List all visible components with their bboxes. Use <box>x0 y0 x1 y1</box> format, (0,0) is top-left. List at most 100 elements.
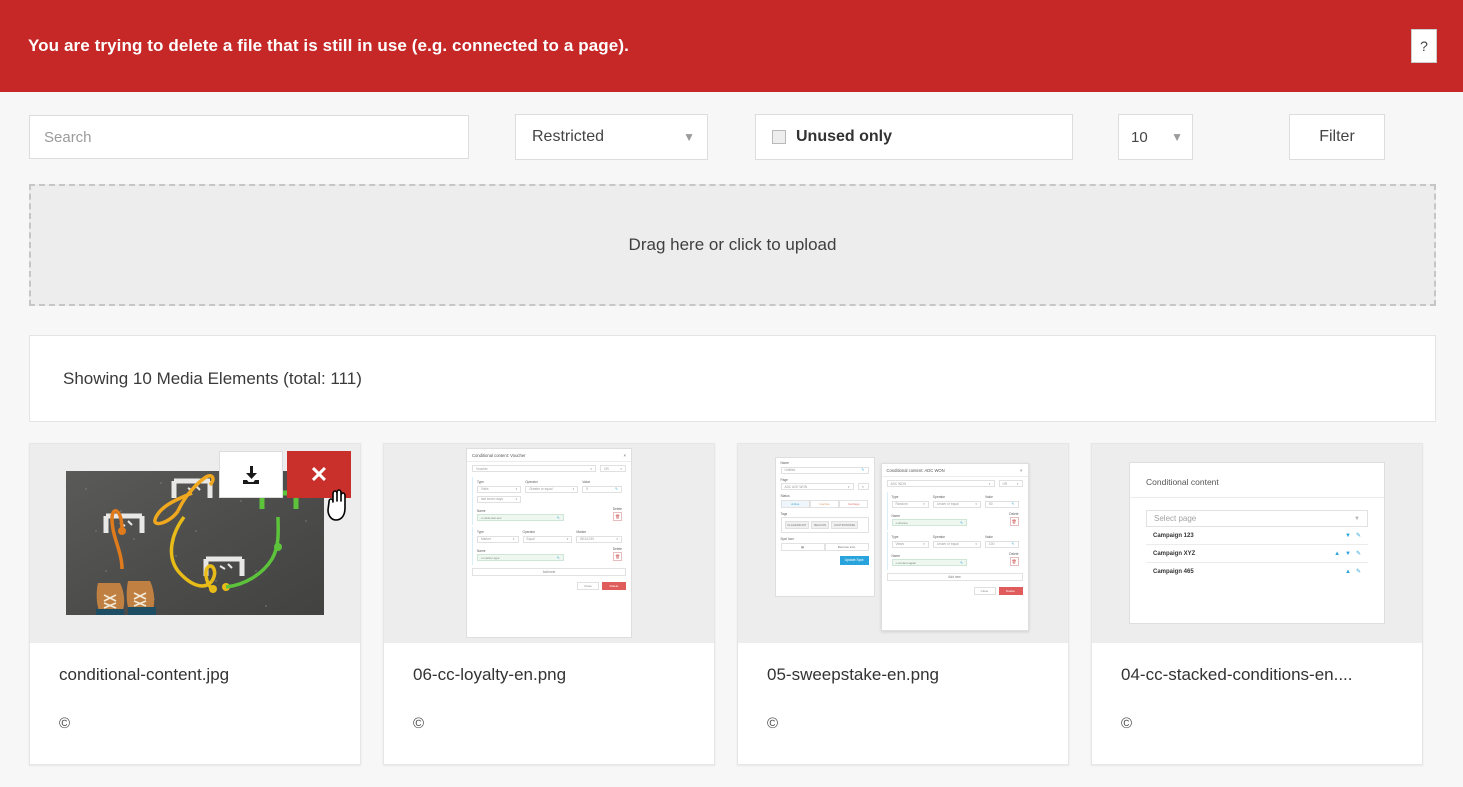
page-size-value: 10 <box>1131 128 1148 146</box>
file-name: 04-cc-stacked-conditions-en.... <box>1121 665 1353 684</box>
mock-select-main: Voucher ▾ <box>472 465 596 472</box>
copyright-icon: © <box>767 715 779 732</box>
media-card[interactable]: ✕ conditional-content.jpg © <box>29 443 361 765</box>
mock-spot-icon-row: ▤ Remove icon <box>780 542 869 551</box>
unused-only-label: Unused only <box>796 128 893 145</box>
filter-button[interactable]: Filter <box>1289 114 1385 160</box>
mock-name-field: x-visits-last-sev ✎ <box>477 514 564 521</box>
close-icon: × <box>1020 468 1023 473</box>
chevron-down-icon: ▼ <box>1171 130 1183 144</box>
mock-tags-box: KLAGENFURT BEACON GASTRONOMIE <box>780 517 869 533</box>
mock-select-main: ADC WON ▾ <box>886 480 995 487</box>
upload-dropzone[interactable]: Drag here or click to upload <box>29 184 1436 306</box>
mock-spot-panel: Name Untitled ✎ Page ADC ACE WON ▾ ✎ Statu… <box>774 457 875 597</box>
mock-close-button: Close <box>973 587 996 595</box>
card-body: 05-sweepstake-en.png © <box>738 642 1068 764</box>
mock-marker-field: BEACON ▾ <box>576 535 622 543</box>
card-body: 06-cc-loyalty-en.png © <box>384 642 714 764</box>
filter-toolbar: Restricted ▼ Unused only 10 ▼ Filter <box>0 92 1463 170</box>
pencil-icon: ✎ <box>1355 551 1361 557</box>
mock-type-field: Visits ▾ <box>477 485 522 493</box>
trash-icon: 🗑 <box>613 512 622 521</box>
mock-voucher-dialog: Conditional content: Voucher × Voucher ▾ … <box>466 448 632 638</box>
mock-dialog-title: Conditional content: ADC WON × <box>881 464 1028 477</box>
card-body: conditional-content.jpg © <box>30 642 360 764</box>
mock-delete-button: Delete <box>602 582 626 590</box>
help-button[interactable]: ? <box>1411 29 1437 63</box>
mock-type-field: Views ▾ <box>891 540 929 548</box>
chevron-up-icon: ▲ <box>1345 568 1351 575</box>
mock-name-field: x-content-again ✎ <box>891 559 968 566</box>
copyright-icon: © <box>59 715 71 732</box>
copyright-icon: © <box>1121 715 1133 732</box>
mock-page-select: ADC ACE WON ▾ <box>780 483 854 490</box>
media-thumbnail[interactable]: ✕ <box>30 444 360 642</box>
results-count-bar: Showing 10 Media Elements (total: 111) <box>29 335 1436 422</box>
trash-icon: 🗑 <box>1009 517 1019 526</box>
delete-button[interactable]: ✕ <box>287 451 351 498</box>
mock-value-field: 5 ✎ <box>582 485 622 493</box>
mock-title-text: Conditional content: Voucher <box>472 453 526 458</box>
mock-conditional-panel: Conditional content Select page ▼ Campai… <box>1129 462 1385 624</box>
media-thumbnail[interactable]: Conditional content Select page ▼ Campai… <box>1092 444 1422 642</box>
mock-row-icons: ▲ ✎ <box>1345 568 1361 576</box>
mock-adcwon-composite: Name Untitled ✎ Page ADC ACE WON ▾ ✎ Statu… <box>771 453 1036 633</box>
mock-name-field: x-marker-type ✎ <box>477 554 564 561</box>
mock-close-button: Close <box>577 582 599 590</box>
mock-condition-group: Type Marker ▾ Operator Equal ▾ Marker BE… <box>472 527 626 565</box>
download-button[interactable] <box>219 451 283 498</box>
file-name: 06-cc-loyalty-en.png <box>413 665 567 684</box>
mock-adcwon-dialog: Conditional content: ADC WON × ADC WON ▾ … <box>880 463 1029 631</box>
error-banner-message: You are trying to delete a file that is … <box>28 36 629 55</box>
mock-panel-title: Conditional content <box>1130 463 1384 498</box>
media-thumbnail[interactable]: Name Untitled ✎ Page ADC ACE WON ▾ ✎ Statu… <box>738 444 1068 642</box>
edit-icon: ✎ <box>857 483 869 490</box>
restricted-select-value: Restricted <box>532 128 605 145</box>
media-card[interactable]: Name Untitled ✎ Page ADC ACE WON ▾ ✎ Statu… <box>737 443 1069 765</box>
mock-operator-field: Lesser or equal ▾ <box>932 500 982 508</box>
mock-operator-field: Equal ▾ <box>522 535 573 543</box>
file-name: conditional-content.jpg <box>59 665 230 684</box>
mock-subtype-field: last seven days ▾ <box>477 495 522 503</box>
pencil-icon: ✎ <box>1355 569 1361 575</box>
restricted-select[interactable]: Restricted ▼ <box>515 114 708 160</box>
mock-name-field: x-chance ✎ <box>891 519 968 526</box>
chevron-up-icon: ▲ <box>1334 550 1341 557</box>
mock-row-icons: ▼ ✎ <box>1345 532 1361 540</box>
download-icon <box>243 465 259 484</box>
copyright-icon: © <box>413 715 425 732</box>
mock-delete-button: Delete <box>998 587 1023 595</box>
media-card[interactable]: Conditional content: Voucher × Voucher ▾ … <box>383 443 715 765</box>
close-icon: ✕ <box>309 461 329 487</box>
mock-campaign-row: Campaign 465 ▲ ✎ <box>1153 568 1361 576</box>
mock-dialog-footer: Close Delete <box>882 584 1028 599</box>
mock-type-field: Marker ▾ <box>477 535 519 543</box>
mock-status-toggle: Active Inactive Garbage <box>780 499 869 508</box>
page-size-select[interactable]: 10 ▼ <box>1118 114 1193 160</box>
trash-icon: 🗑 <box>1009 557 1019 566</box>
mock-campaign-row: Campaign XYZ ▲ ▼ ✎ <box>1146 545 1368 563</box>
mock-condition-group: Type Visits▾ last seven days▾ Operator <box>472 477 626 525</box>
mock-update-spot-button: Update Spot <box>839 555 869 565</box>
pencil-icon: ✎ <box>1355 533 1361 539</box>
mock-value-field: 50 ✎ <box>985 500 1019 508</box>
mock-select-unit: OR ▾ <box>998 480 1023 487</box>
unused-only-checkbox[interactable]: Unused only <box>755 114 1073 160</box>
media-card[interactable]: Conditional content Select page ▼ Campai… <box>1091 443 1423 765</box>
media-thumbnail[interactable]: Conditional content: Voucher × Voucher ▾ … <box>384 444 714 642</box>
mock-type-field: Random ▾ <box>891 500 929 508</box>
upload-dropzone-label: Drag here or click to upload <box>628 235 837 254</box>
file-name: 05-sweepstake-en.png <box>767 665 940 684</box>
mock-add-new: Add new <box>472 568 626 576</box>
results-count-text: Showing 10 Media Elements (total: 111) <box>63 368 362 388</box>
mock-name-input: Untitled ✎ <box>780 466 869 474</box>
media-grid: ✕ conditional-content.jpg © Conditional … <box>29 443 1436 765</box>
mock-operator-field: Lesser or equal ▾ <box>932 540 982 548</box>
chevron-down-icon: ▼ <box>1345 550 1351 557</box>
checkbox-box-icon[interactable] <box>772 130 786 144</box>
close-icon: × <box>623 453 626 458</box>
mock-select-row: Voucher ▾ OR ▾ <box>467 462 631 475</box>
mock-add-new: Add new <box>886 573 1023 581</box>
mock-dialog-footer: Close Delete <box>467 579 631 594</box>
search-input[interactable] <box>29 115 469 159</box>
